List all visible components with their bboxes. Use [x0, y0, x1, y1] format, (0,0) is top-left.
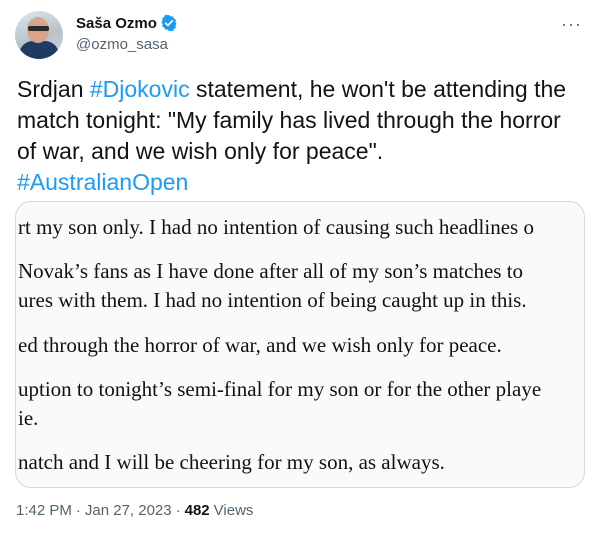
views-label: Views — [213, 502, 254, 519]
author-row: Saša Ozmo — [76, 14, 178, 32]
views-count: 482 — [184, 502, 210, 519]
more-options-icon[interactable]: ··· — [561, 14, 582, 35]
hashtag-australianopen-link[interactable]: #AustralianOpen — [17, 169, 188, 195]
tweet-time[interactable]: 1:42 PM — [16, 502, 72, 519]
statement-line: Novak’s fans as I have done after all of… — [18, 259, 524, 283]
hashtag-djokovic-link[interactable]: #Djokovic — [90, 76, 190, 102]
meta-separator: · — [175, 502, 181, 519]
author-display-name[interactable]: Saša Ozmo — [76, 15, 157, 32]
avatar-shirt — [19, 41, 59, 59]
statement-line: rt my son only. I had no intention of ca… — [18, 215, 534, 239]
meta-separator: · — [75, 502, 81, 519]
tweet-date[interactable]: Jan 27, 2023 — [85, 502, 172, 519]
avatar[interactable] — [15, 11, 63, 59]
statement-line: natch and I will be cheering for my son,… — [18, 450, 445, 474]
tweet-text: Srdjan #Djokovic statement, he won't be … — [17, 74, 577, 198]
statement-line: uption to tonight’s semi-final for my so… — [18, 377, 542, 401]
statement-image[interactable]: rt my son only. I had no intention of ca… — [15, 201, 585, 488]
statement-line: ures with them. I had no intention of be… — [18, 288, 527, 312]
author-handle[interactable]: @ozmo_sasa — [76, 36, 168, 53]
verified-badge-icon — [161, 14, 177, 32]
statement-line: ie. — [18, 406, 39, 430]
tweet-meta: 1:42 PM · Jan 27, 2023 · 482 Views — [16, 502, 253, 519]
avatar-glasses — [28, 26, 49, 31]
statement-line: ed through the horror of war, and we wis… — [18, 333, 502, 357]
tweet-text-part: Srdjan — [17, 76, 90, 102]
